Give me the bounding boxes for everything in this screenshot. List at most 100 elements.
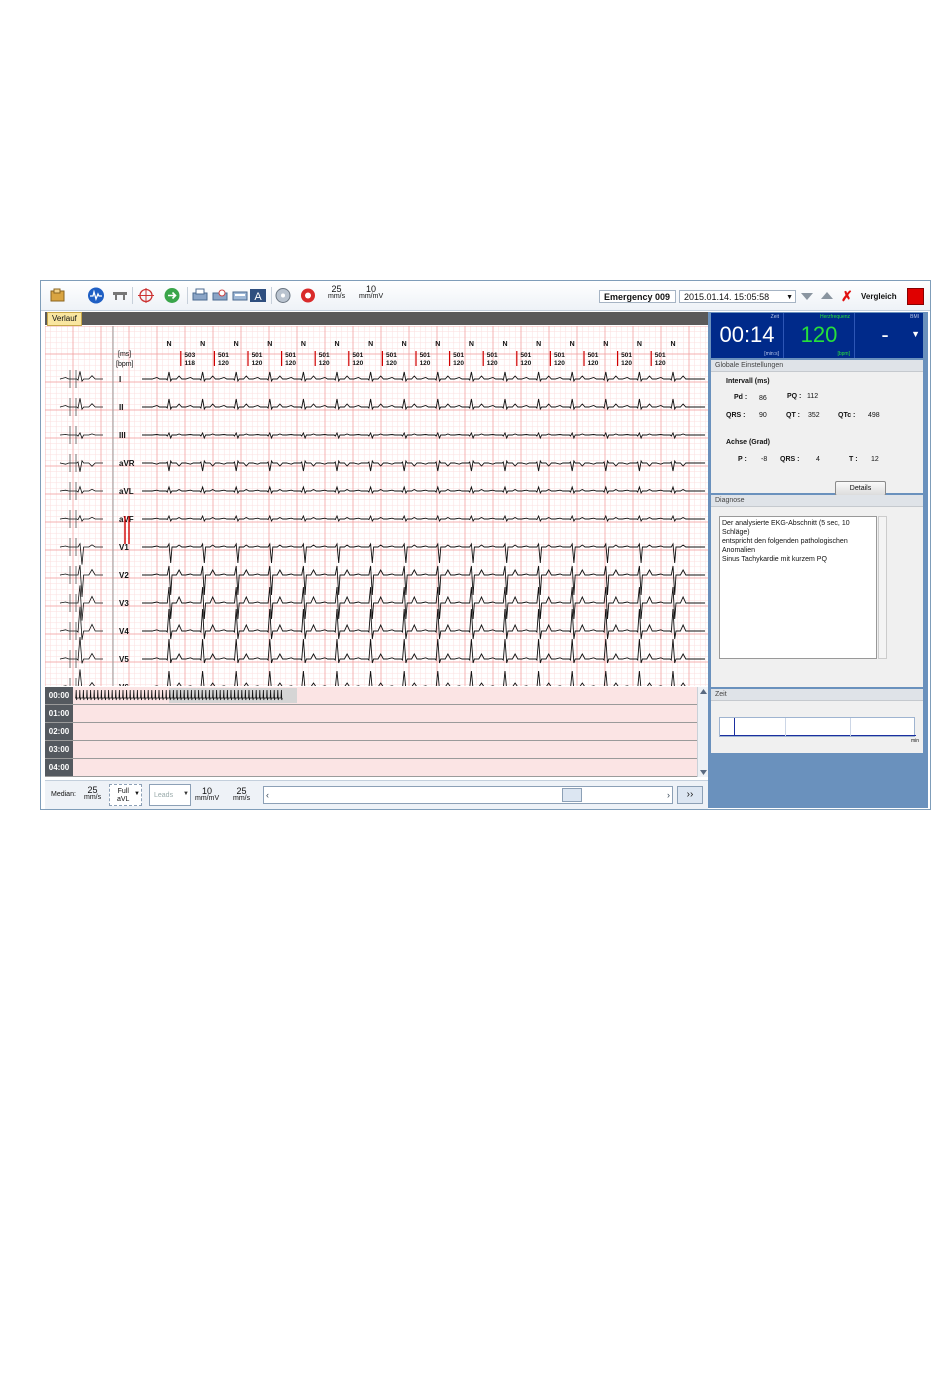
target-icon[interactable] xyxy=(137,287,155,304)
toolbar: A 25 mm/s 10 mm/mV Emergency 009 2015.01… xyxy=(41,281,930,311)
lead-label: V2 xyxy=(119,571,129,580)
median-gain-value: 10 xyxy=(202,786,213,796)
time-overview-bar[interactable] xyxy=(719,717,916,737)
lead-select[interactable]: Full aVL ▼ xyxy=(109,784,142,806)
time-caption: Zeit xyxy=(770,314,779,320)
measure-icon[interactable] xyxy=(111,287,129,304)
median-toolbar: Median: 25 mm/s Full aVL ▼ Leads ▼ 10 mm… xyxy=(45,780,708,809)
diagnosis-scrollbar[interactable] xyxy=(878,516,887,659)
timeline-row[interactable]: 02:00 xyxy=(45,723,697,741)
lead-label: III xyxy=(119,431,126,440)
ecg-panel: Verlauf [ms] [bpm] N N N N N N N N N N N N N N N N 503 118 5… xyxy=(44,312,709,809)
speed-selector[interactable]: 25 mm/s xyxy=(328,285,346,301)
median-time-speed[interactable]: 25 mm/s xyxy=(233,787,250,803)
vital-monitor: Zeit 00:14 [min:s] Herzfrequenz 120 [bpm… xyxy=(711,313,923,358)
patient-name-field[interactable]: Emergency 009 xyxy=(599,290,676,303)
timeline-time: 00:00 xyxy=(45,687,73,704)
median-label: Median: xyxy=(51,791,76,798)
interval-title: Intervall (ms) xyxy=(726,378,770,385)
scroll-right-icon[interactable]: › xyxy=(667,790,670,800)
scan-icon[interactable] xyxy=(231,287,249,304)
p-axis-label: P : xyxy=(738,456,747,463)
scroll-thumb[interactable] xyxy=(562,788,582,802)
speed-unit: mm/s xyxy=(328,293,346,300)
rr-value: 501 xyxy=(218,352,229,359)
hr-value: 120 xyxy=(319,360,330,367)
record-icon[interactable] xyxy=(299,287,317,304)
rr-value: 501 xyxy=(554,352,565,359)
print-preview-icon[interactable] xyxy=(211,287,229,304)
heart-wave-icon[interactable] xyxy=(87,287,105,304)
arrow-down-icon[interactable] xyxy=(800,291,814,301)
qt-label: QT : xyxy=(786,412,800,419)
diagnosis-header: Diagnose xyxy=(711,495,923,507)
record-stop-button[interactable] xyxy=(907,288,924,305)
time-unit: [min:s] xyxy=(764,351,779,357)
ecg-tab-bar: Verlauf xyxy=(45,312,708,326)
compare-button[interactable]: Vergleich xyxy=(861,292,897,301)
chevron-down-icon[interactable]: ▼ xyxy=(911,329,920,339)
median-speed[interactable]: 25 mm/s xyxy=(84,786,101,802)
details-button[interactable]: Details xyxy=(835,481,886,496)
timeline-row[interactable]: 01:00 xyxy=(45,705,697,723)
export-icon[interactable] xyxy=(163,287,181,304)
scroll-down-icon xyxy=(700,770,707,775)
timeline-row[interactable]: 03:00 xyxy=(45,741,697,759)
median-speed-unit: mm/s xyxy=(84,794,102,801)
gain-selector[interactable]: 10 mm/mV xyxy=(359,284,383,301)
lead-label: aVL xyxy=(119,487,134,496)
pd-label: Pd : xyxy=(734,394,748,401)
hr-caption: Herzfrequenz xyxy=(819,314,850,320)
diagnosis-textbox[interactable]: Der analysierte EKG-Abschnitt (5 sec, 10… xyxy=(719,516,877,659)
beat-label: N xyxy=(234,341,239,348)
bmi-display[interactable]: BMI - ▼ xyxy=(855,313,923,358)
beat-label: N xyxy=(334,341,339,348)
timeline-time: 04:00 xyxy=(45,759,73,776)
beat-label: N xyxy=(267,341,272,348)
rr-value: 501 xyxy=(319,352,330,359)
fast-forward-button[interactable]: ›› xyxy=(677,786,703,804)
lead-select-line1: Full xyxy=(117,788,129,795)
horizontal-scrollbar[interactable]: ‹ › xyxy=(263,786,673,804)
hr-value: 120 xyxy=(386,360,397,367)
lead-label: II xyxy=(119,403,123,412)
hr-value: 118 xyxy=(185,360,196,367)
qrs-value: 90 xyxy=(759,412,767,419)
tab-verlauf[interactable]: Verlauf xyxy=(47,312,82,326)
median-gain-unit: mm/mV xyxy=(195,795,220,802)
qrs-axis-value: 4 xyxy=(816,456,820,463)
heart-rate-display: Herzfrequenz 120 [bpm] xyxy=(784,313,855,358)
folder-icon[interactable] xyxy=(49,287,67,304)
scroll-left-icon[interactable]: ‹ xyxy=(266,790,269,800)
diagnosis-section: Diagnose Der analysierte EKG-Abschnitt (… xyxy=(711,495,923,687)
arrow-up-icon[interactable] xyxy=(820,291,834,301)
close-icon[interactable]: ✗ xyxy=(841,289,853,303)
leads-select[interactable]: Leads ▼ xyxy=(149,784,191,806)
ecg-chart: [ms] [bpm] N N N N N N N N N N N N N N N N 503 118 501 120 501… xyxy=(44,325,708,696)
lead-label: V1 xyxy=(119,543,129,552)
median-gain[interactable]: 10 mm/mV xyxy=(195,787,219,803)
timeline-row[interactable]: 00:00 xyxy=(45,687,697,705)
font-icon[interactable]: A xyxy=(249,287,267,304)
timeline-time: 02:00 xyxy=(45,723,73,740)
beat-label: N xyxy=(536,341,541,348)
print-icon[interactable] xyxy=(191,287,209,304)
global-settings-section: Globale Einstellungen Intervall (ms) Pd … xyxy=(711,360,923,496)
rr-value: 501 xyxy=(285,352,296,359)
hr-value: 120 xyxy=(487,360,498,367)
rr-value: 501 xyxy=(252,352,263,359)
beat-label: N xyxy=(435,341,440,348)
p-axis-value: -8 xyxy=(761,456,768,463)
gain-value: 10 xyxy=(366,284,377,294)
datetime-select[interactable]: 2015.01.14. 15:05:58 ▼ xyxy=(679,290,796,303)
hr-value: 120 xyxy=(588,360,599,367)
time-header: Zeit xyxy=(711,689,923,701)
timeline-row[interactable]: 04:00 xyxy=(45,759,697,777)
disc-icon[interactable] xyxy=(274,287,292,304)
timeline-time: 03:00 xyxy=(45,741,73,758)
pd-value: 86 xyxy=(759,395,767,402)
median-time-speed-unit: mm/s xyxy=(233,795,251,802)
rr-value: 501 xyxy=(420,352,431,359)
hr-value: 120 xyxy=(252,360,263,367)
chevron-down-icon: ▼ xyxy=(183,791,189,797)
